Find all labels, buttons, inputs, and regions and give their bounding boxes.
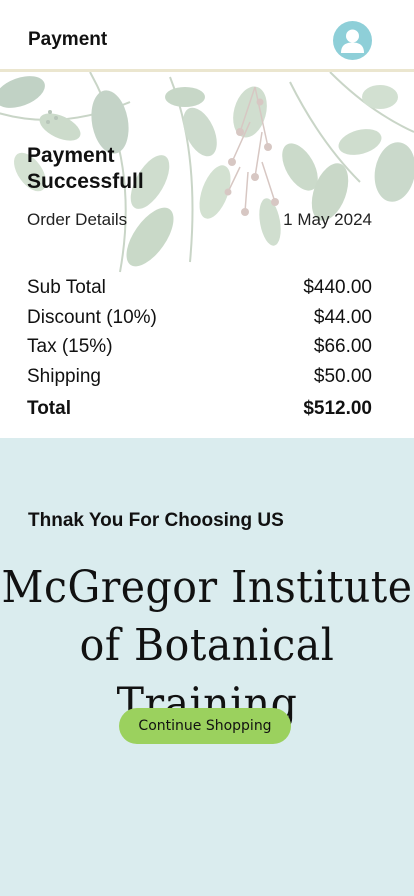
- continue-shopping-button[interactable]: Continue Shopping: [119, 708, 291, 744]
- line-value: $44.00: [313, 306, 372, 328]
- order-details-row: Order Details 1 May 2024: [27, 209, 372, 231]
- order-details-label: Order Details: [27, 210, 128, 229]
- line-value: $66.00: [313, 336, 372, 358]
- tax-row: Tax (15%) $66.00: [27, 332, 372, 362]
- payment-status-title: Payment Successfull: [27, 144, 144, 193]
- brand-name: McGregor Institute of Botanical Training: [0, 558, 414, 733]
- line-value: $440.00: [303, 276, 372, 298]
- avatar[interactable]: [333, 21, 372, 60]
- line-value: $50.00: [313, 365, 372, 387]
- discount-row: Discount (10%) $44.00: [27, 303, 372, 333]
- thank-you-message: Thnak You For Choosing US: [28, 510, 284, 531]
- line-label: Tax (15%): [27, 336, 113, 358]
- user-icon: [341, 29, 364, 53]
- line-label: Discount (10%): [27, 306, 157, 328]
- total-row: Total $512.00: [27, 392, 372, 426]
- total-value: $512.00: [303, 397, 372, 419]
- order-date: 1 May 2024: [283, 210, 372, 229]
- line-label: Sub Total: [27, 276, 106, 298]
- shipping-row: Shipping $50.00: [27, 362, 372, 392]
- brand-line-1: McGregor Institute: [1, 560, 413, 613]
- total-label: Total: [27, 397, 71, 419]
- page-title: Payment: [28, 29, 108, 50]
- subtotal-row: Sub Total $440.00: [27, 273, 372, 303]
- thank-you-section: Thnak You For Choosing US McGregor Insti…: [0, 438, 414, 896]
- price-breakdown: Sub Total $440.00 Discount (10%) $44.00 …: [27, 273, 372, 426]
- line-label: Shipping: [27, 365, 101, 387]
- payment-receipt: Payment Successfull Order Details 1 May …: [0, 72, 414, 438]
- app-header: Payment: [0, 0, 414, 72]
